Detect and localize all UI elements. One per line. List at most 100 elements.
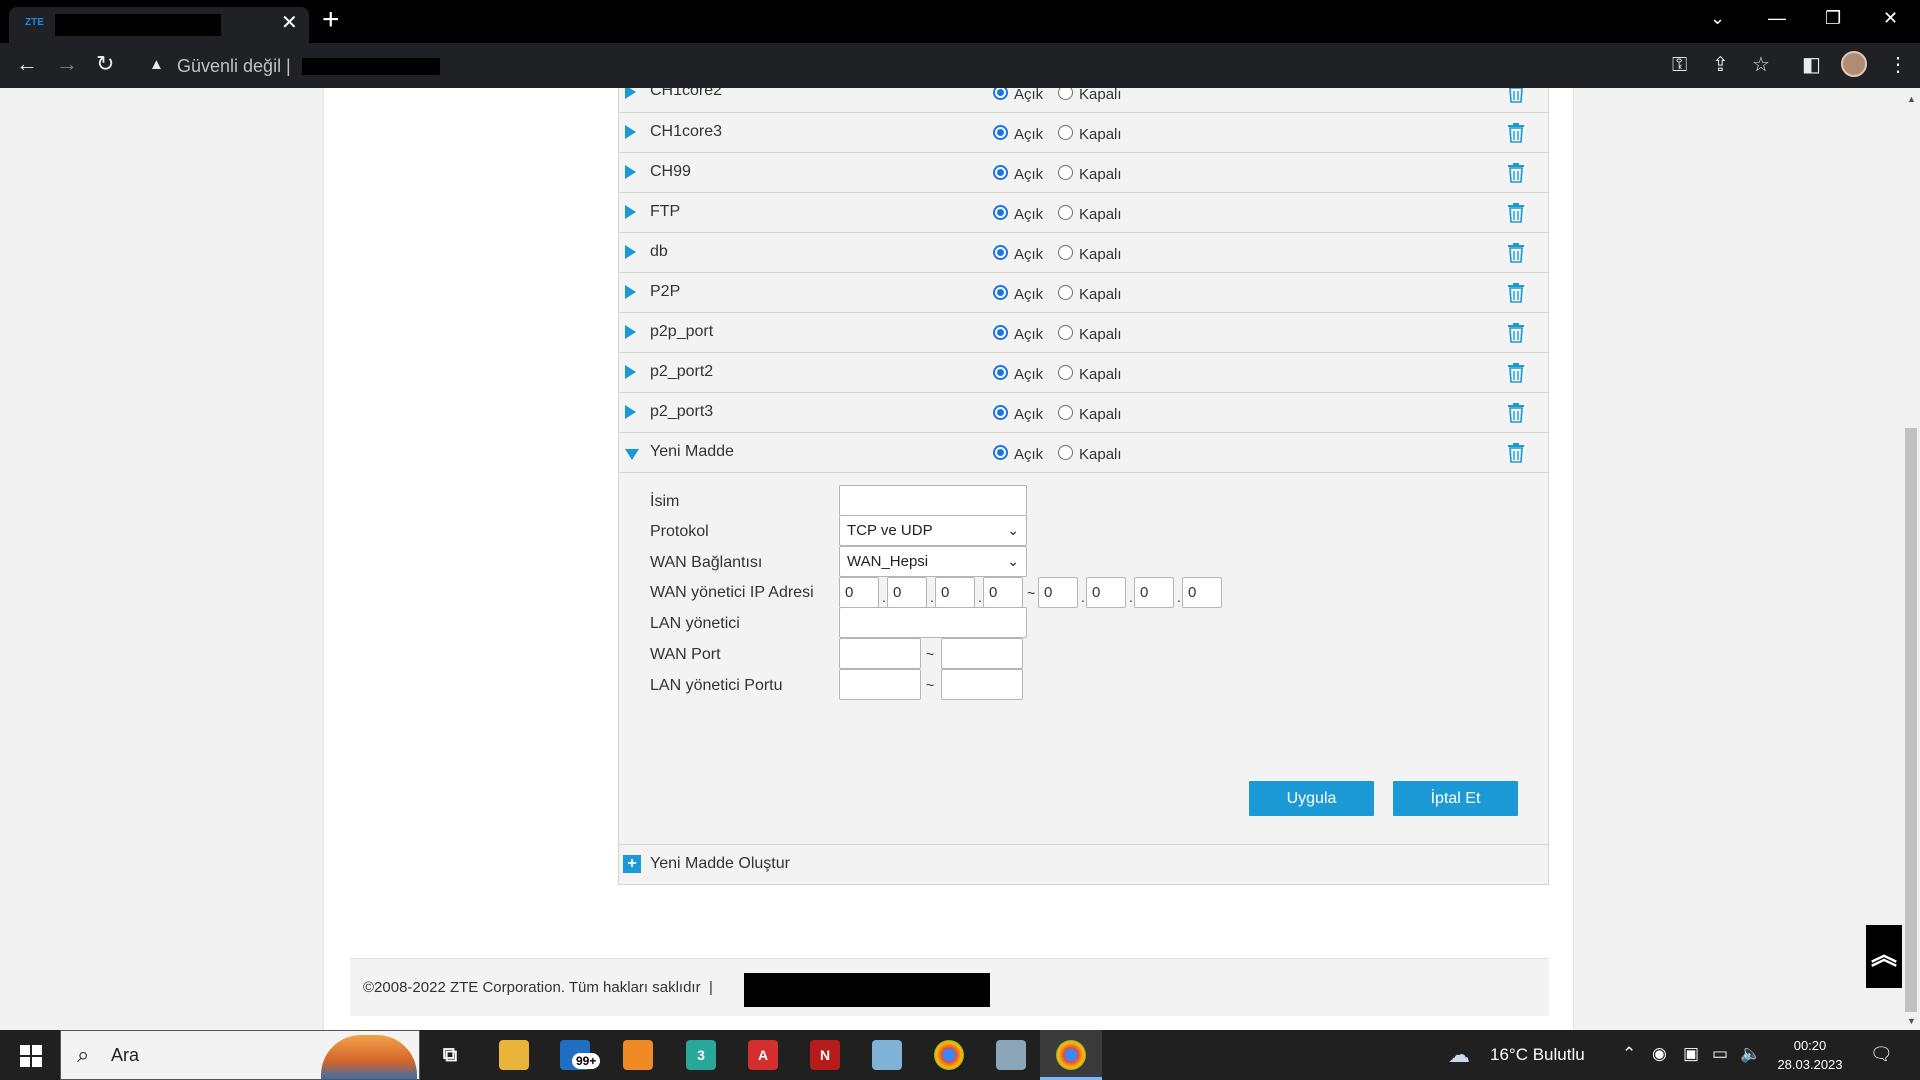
- weather-status[interactable]: 16°C Bulutlu: [1490, 1045, 1585, 1065]
- app-red-icon[interactable]: N: [810, 1040, 840, 1070]
- rule-off-radio[interactable]: [1058, 285, 1073, 300]
- rule-off-radio[interactable]: [1058, 325, 1073, 340]
- rule-off-radio[interactable]: [1058, 245, 1073, 260]
- rule-on-radio[interactable]: [993, 125, 1008, 140]
- rule-row[interactable]: CH1core3 Açık Kapalı: [618, 113, 1549, 153]
- share-icon[interactable]: ⇪: [1712, 54, 1729, 76]
- lan-port-start-input[interactable]: [839, 669, 921, 700]
- lan-port-end-input[interactable]: [941, 669, 1023, 700]
- security-status[interactable]: Güvenli değil: [177, 56, 281, 77]
- rule-off-radio[interactable]: [1058, 445, 1073, 460]
- rule-off-radio[interactable]: [1058, 405, 1073, 420]
- delete-trash-icon[interactable]: [1506, 442, 1526, 464]
- forward-arrow-icon[interactable]: →: [56, 52, 78, 76]
- wan-ip-start-octet-4[interactable]: 0: [983, 577, 1023, 608]
- rule-name[interactable]: db: [650, 243, 668, 261]
- volume-icon[interactable]: 🔈: [1740, 1044, 1761, 1064]
- rule-on-radio[interactable]: [993, 405, 1008, 420]
- address-bar[interactable]: ▲ Güvenli değil |: [135, 48, 1695, 83]
- tab-search-icon[interactable]: ⌄: [1710, 6, 1725, 30]
- rule-name[interactable]: CH1core3: [650, 123, 722, 141]
- rule-off-radio[interactable]: [1058, 88, 1073, 100]
- system-clock[interactable]: 00:20 28.03.2023: [1774, 1036, 1846, 1074]
- rule-on-radio[interactable]: [993, 165, 1008, 180]
- file-explorer-icon[interactable]: [499, 1040, 529, 1070]
- camera-icon[interactable]: ▣: [1683, 1044, 1699, 1064]
- menu-kebab-icon[interactable]: ⋮: [1888, 54, 1908, 76]
- back-arrow-icon[interactable]: ←: [16, 52, 38, 76]
- delete-trash-icon[interactable]: [1506, 88, 1526, 104]
- tab-close-icon[interactable]: ✕: [281, 13, 298, 33]
- wan-ip-start-octet-2[interactable]: 0: [887, 577, 927, 608]
- rule-row[interactable]: CH99 Açık Kapalı: [618, 153, 1549, 193]
- profile-avatar[interactable]: [1841, 51, 1867, 77]
- rule-row[interactable]: p2_port2 Açık Kapalı: [618, 353, 1549, 393]
- scroll-thumb[interactable]: [1905, 428, 1917, 1012]
- minimize-button[interactable]: —: [1768, 6, 1786, 30]
- close-window-button[interactable]: ✕: [1883, 6, 1898, 30]
- rule-name[interactable]: CH99: [650, 163, 691, 181]
- wan-ip-end-octet-4[interactable]: 0: [1182, 577, 1222, 608]
- name-input[interactable]: [839, 485, 1027, 516]
- rule-off-radio[interactable]: [1058, 125, 1073, 140]
- rule-row[interactable]: P2P Açık Kapalı: [618, 273, 1549, 313]
- wan-ip-end-octet-3[interactable]: 0: [1134, 577, 1174, 608]
- cloud-icon[interactable]: ☁: [1448, 1042, 1470, 1068]
- protocol-select[interactable]: TCP ve UDP ⌄: [839, 515, 1027, 546]
- windows-start-icon[interactable]: [20, 1045, 42, 1067]
- rule-on-radio[interactable]: [993, 245, 1008, 260]
- rule-row[interactable]: p2_port3 Açık Kapalı: [618, 393, 1549, 433]
- apply-button[interactable]: Uygula: [1249, 781, 1374, 816]
- rule-on-radio[interactable]: [993, 88, 1008, 100]
- active-chrome-task[interactable]: [1040, 1030, 1102, 1080]
- rule-name[interactable]: Yeni Madde: [650, 443, 734, 461]
- delete-trash-icon[interactable]: [1506, 122, 1526, 144]
- plus-icon[interactable]: +: [623, 855, 641, 873]
- rule-row[interactable]: Yeni Madde Açık Kapalı: [618, 433, 1549, 473]
- side-panel-icon[interactable]: ◧: [1802, 54, 1821, 76]
- wan-port-end-input[interactable]: [941, 638, 1023, 669]
- rule-name[interactable]: P2P: [650, 283, 680, 301]
- task-view-icon[interactable]: ⧉: [435, 1040, 465, 1070]
- wan-connection-select[interactable]: WAN_Hepsi ⌄: [839, 546, 1027, 577]
- cancel-button[interactable]: İptal Et: [1393, 781, 1518, 816]
- acrobat-icon[interactable]: A: [748, 1040, 778, 1070]
- expand-right-arrow-icon[interactable]: [625, 285, 636, 299]
- expand-right-arrow-icon[interactable]: [625, 125, 636, 139]
- network-icon[interactable]: ▭: [1712, 1044, 1728, 1064]
- rule-off-radio[interactable]: [1058, 365, 1073, 380]
- expand-right-arrow-icon[interactable]: [625, 325, 636, 339]
- notifications-icon[interactable]: 🗨: [1870, 1044, 1893, 1065]
- delete-trash-icon[interactable]: [1506, 202, 1526, 224]
- warning-triangle-icon[interactable]: ▲: [149, 56, 164, 73]
- rule-on-radio[interactable]: [993, 365, 1008, 380]
- expand-right-arrow-icon[interactable]: [625, 245, 636, 259]
- expand-right-arrow-icon[interactable]: [625, 365, 636, 379]
- delete-trash-icon[interactable]: [1506, 402, 1526, 424]
- wan-ip-end-octet-2[interactable]: 0: [1086, 577, 1126, 608]
- rule-name[interactable]: p2_port3: [650, 403, 713, 421]
- rule-row[interactable]: p2p_port Açık Kapalı: [618, 313, 1549, 353]
- rule-on-radio[interactable]: [993, 285, 1008, 300]
- back-to-top-button[interactable]: ︽: [1866, 925, 1902, 988]
- expand-right-arrow-icon[interactable]: [625, 165, 636, 179]
- rule-on-radio[interactable]: [993, 325, 1008, 340]
- app-paint-icon[interactable]: [996, 1040, 1026, 1070]
- expand-down-arrow-icon[interactable]: [625, 449, 639, 460]
- wan-port-start-input[interactable]: [839, 638, 921, 669]
- expand-right-arrow-icon[interactable]: [625, 405, 636, 419]
- browser-tab[interactable]: ZTE ✕: [9, 7, 309, 43]
- key-icon[interactable]: ⚿: [1672, 54, 1687, 76]
- rule-row[interactable]: db Açık Kapalı: [618, 233, 1549, 273]
- app-blue-icon[interactable]: [872, 1040, 902, 1070]
- add-new-rule-row[interactable]: + Yeni Madde Oluştur: [618, 845, 1549, 885]
- rule-off-radio[interactable]: [1058, 205, 1073, 220]
- rule-row[interactable]: FTP Açık Kapalı: [618, 193, 1549, 233]
- page-scrollbar[interactable]: ▲ ▼: [1902, 88, 1920, 1030]
- rule-name[interactable]: FTP: [650, 203, 680, 221]
- rule-on-radio[interactable]: [993, 205, 1008, 220]
- wan-ip-start-octet-3[interactable]: 0: [935, 577, 975, 608]
- rule-row[interactable]: CH1core2 Açık Kapalı: [618, 88, 1549, 113]
- rule-name[interactable]: p2_port2: [650, 363, 713, 381]
- star-icon[interactable]: ☆: [1752, 54, 1770, 76]
